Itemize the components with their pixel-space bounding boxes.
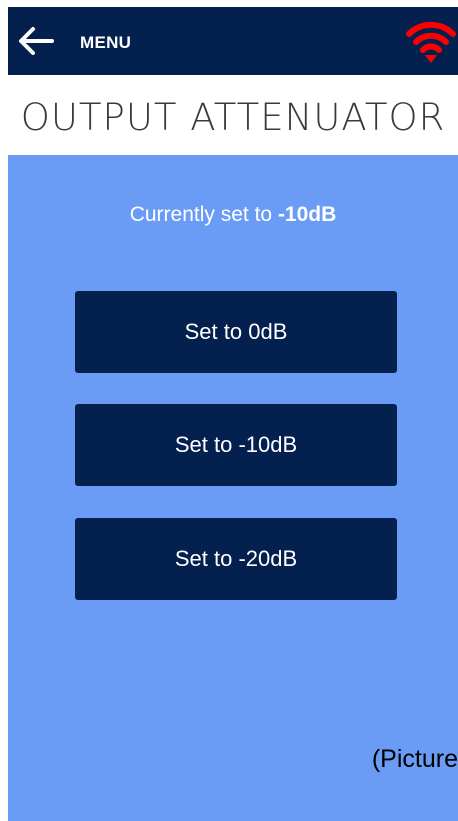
back-button[interactable] — [16, 21, 56, 61]
attenuator-panel: Currently set to -10dB Set to 0dB Set to… — [8, 155, 458, 821]
wifi-status — [406, 17, 456, 67]
set-0db-button[interactable]: Set to 0dB — [75, 291, 397, 373]
wifi-icon — [406, 21, 456, 63]
set-minus-10db-button[interactable]: Set to -10dB — [75, 404, 397, 486]
status-value: -10dB — [277, 203, 337, 226]
arrow-left-icon — [19, 27, 54, 55]
set-minus-20db-button[interactable]: Set to -20dB — [75, 518, 397, 600]
status-prefix: Currently set to — [129, 203, 278, 226]
menu-label[interactable]: MENU — [80, 33, 131, 53]
page-title: OUTPUT ATTENUATOR — [20, 96, 446, 139]
current-setting: Currently set to -10dB — [8, 203, 458, 227]
top-bar: MENU — [8, 7, 458, 75]
caption-text: (Picture — [371, 745, 458, 773]
app-screen: MENU OUTPUT ATTENUATOR Currently set to … — [0, 0, 458, 821]
